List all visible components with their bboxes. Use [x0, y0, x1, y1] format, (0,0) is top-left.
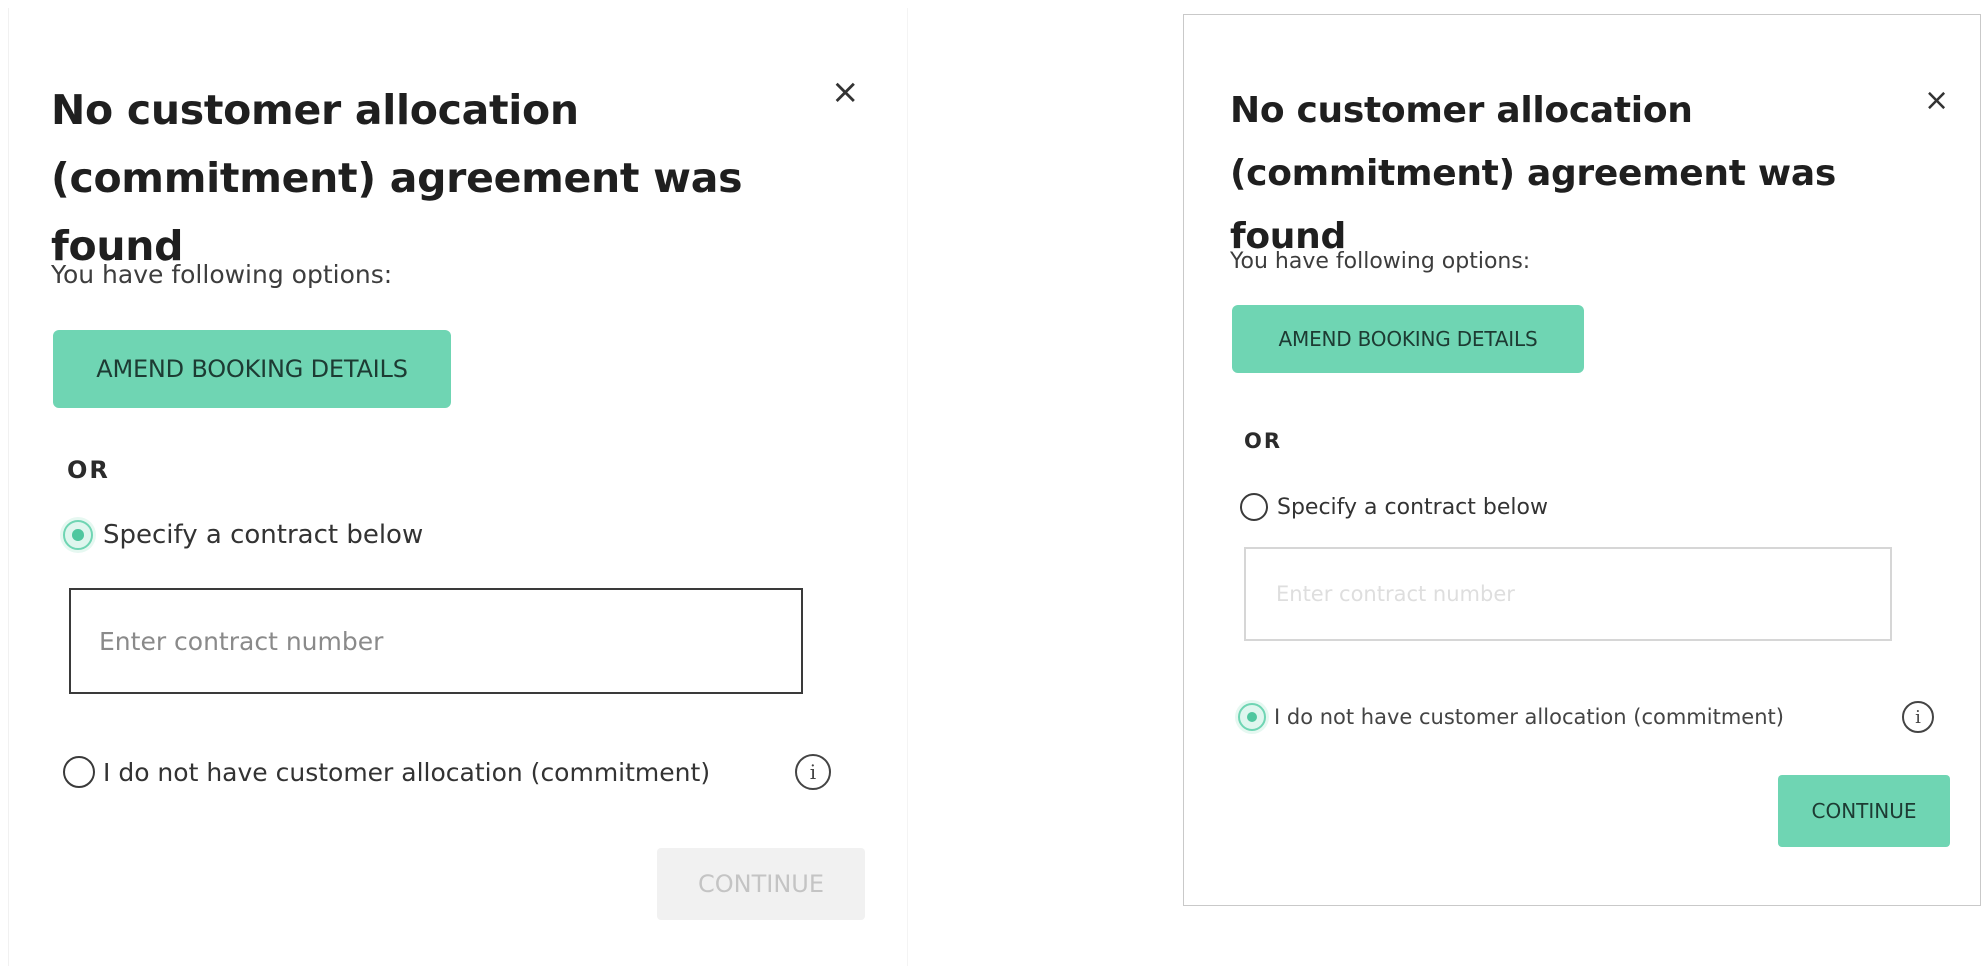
info-icon[interactable]: i — [1902, 701, 1934, 733]
or-separator: OR — [67, 456, 110, 484]
no-allocation-option[interactable]: I do not have customer allocation (commi… — [1238, 703, 1784, 731]
radio-unselected-icon[interactable] — [63, 756, 95, 788]
close-icon[interactable]: × — [1924, 83, 1949, 118]
radio-unselected-icon[interactable] — [1240, 493, 1268, 521]
no-allocation-option[interactable]: I do not have customer allocation (commi… — [63, 756, 710, 788]
amend-booking-details-button[interactable]: AMEND BOOKING DETAILS — [1232, 305, 1584, 373]
amend-booking-details-button[interactable]: AMEND BOOKING DETAILS — [53, 330, 451, 408]
no-allocation-label: I do not have customer allocation (commi… — [1274, 705, 1784, 729]
contract-number-input[interactable] — [69, 588, 803, 694]
specify-contract-option[interactable]: Specify a contract below — [63, 520, 423, 550]
dialog-title: No customer allocation (commitment) agre… — [1230, 90, 1836, 257]
no-allocation-label: I do not have customer allocation (commi… — [103, 757, 711, 787]
radio-selected-icon[interactable] — [63, 520, 93, 550]
continue-button-disabled[interactable]: CONTINUE — [657, 848, 865, 920]
radio-selected-icon[interactable] — [1238, 703, 1266, 731]
dialog-title: No customer allocation (commitment) agre… — [51, 86, 743, 270]
options-intro-text: You have following options: — [51, 260, 393, 289]
info-icon[interactable]: i — [795, 754, 831, 790]
continue-button[interactable]: CONTINUE — [1778, 775, 1950, 847]
options-intro-text: You have following options: — [1230, 249, 1531, 274]
specify-contract-option[interactable]: Specify a contract below — [1240, 493, 1548, 521]
contract-number-input-disabled — [1244, 547, 1892, 641]
dialog-right: No customer allocation (commitment) agre… — [1183, 14, 1981, 906]
close-icon[interactable]: × — [831, 72, 860, 112]
specify-contract-label: Specify a contract below — [103, 520, 424, 550]
specify-contract-label: Specify a contract below — [1277, 494, 1548, 520]
or-separator: OR — [1244, 429, 1283, 453]
dialog-left: No customer allocation (commitment) agre… — [8, 8, 908, 966]
